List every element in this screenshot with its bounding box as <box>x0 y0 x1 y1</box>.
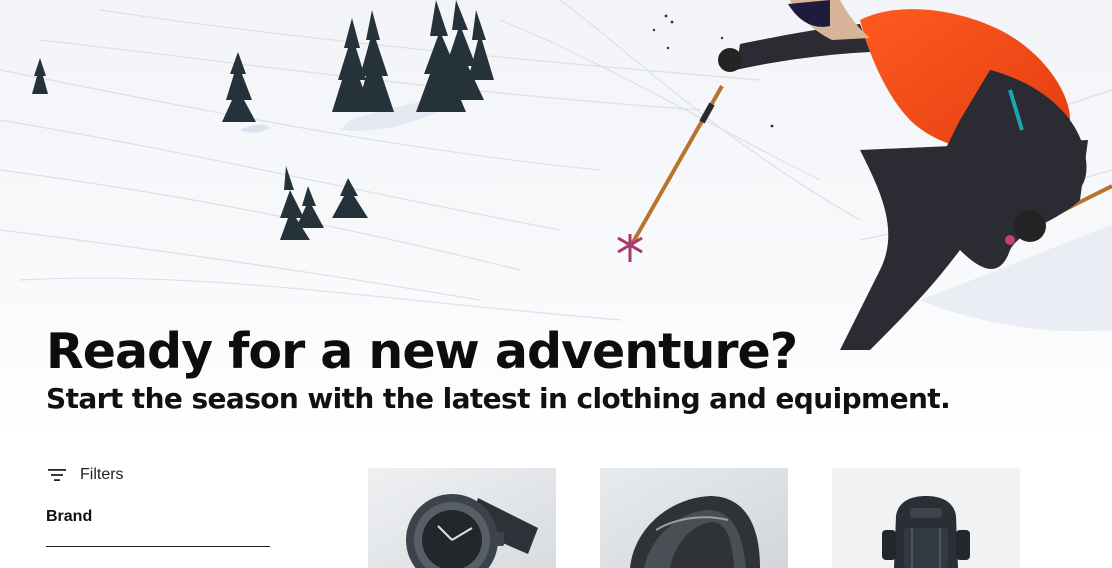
product-card-watch[interactable] <box>368 468 556 568</box>
product-card-helmet[interactable] <box>600 468 788 568</box>
filter-lines-icon <box>48 469 66 481</box>
helmet-image <box>600 468 788 568</box>
hero-subheadline: Start the season with the latest in clot… <box>46 382 951 415</box>
backpack-image <box>832 468 1020 568</box>
filters-label: Filters <box>80 466 124 483</box>
product-card-backpack[interactable] <box>832 468 1020 568</box>
filter-divider <box>46 546 270 547</box>
filter-group-brand[interactable]: Brand <box>46 508 92 526</box>
watch-image <box>368 468 556 568</box>
hero-headline: Ready for a new adventure? <box>46 323 798 380</box>
filters-toggle[interactable]: Filters <box>46 466 124 484</box>
